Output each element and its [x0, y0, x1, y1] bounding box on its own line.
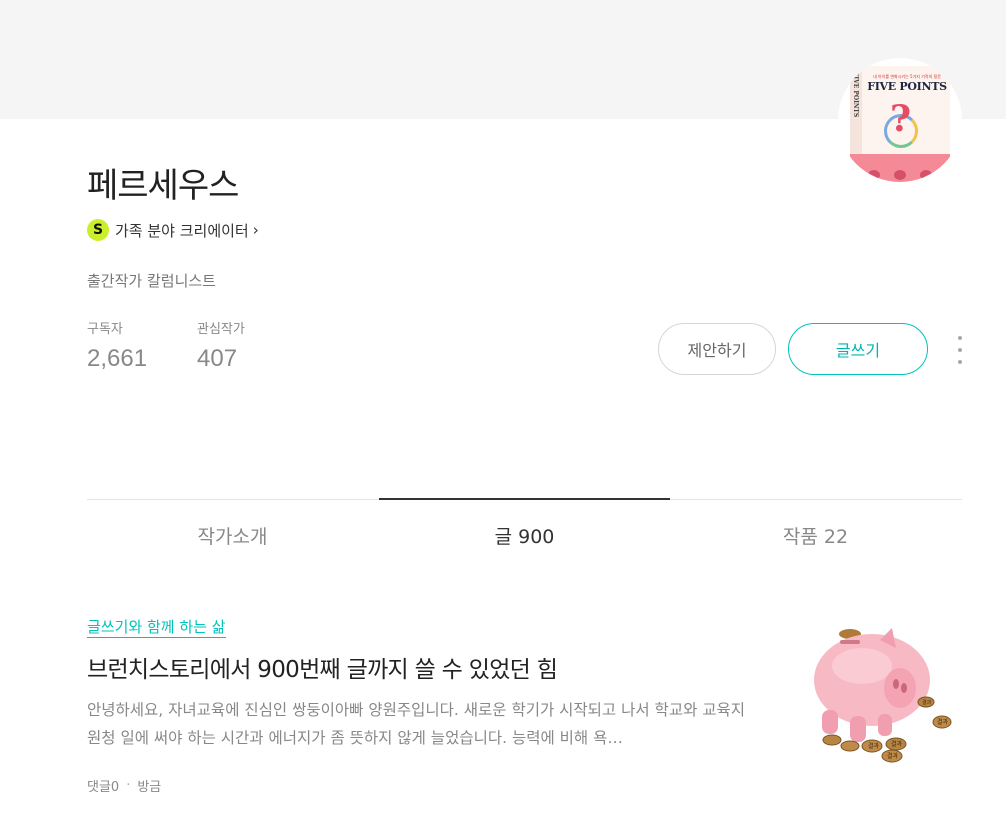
post-category-link[interactable]: 글쓰기와 함께 하는 삶 — [87, 617, 226, 638]
coin-label: 결과 — [868, 742, 880, 750]
subscribers-stat[interactable]: 구독자 2,661 — [87, 320, 147, 376]
write-button[interactable]: 글쓰기 — [788, 323, 928, 375]
book-title: FIVE POINTS — [867, 80, 947, 93]
author-description: 출간작가 칼럼니스트 — [87, 272, 216, 290]
coin-label: 결과 — [922, 699, 932, 706]
chevron-right-icon: › — [252, 221, 259, 239]
coin-label: 결과 — [887, 752, 899, 760]
subscribers-label: 구독자 — [87, 322, 123, 337]
tab-works[interactable]: 작품 22 — [670, 522, 961, 549]
book-cover-image: FIVE POINTS 내 아이를 변화시키는 5가지 기적의 질문 FIVE … — [850, 66, 950, 182]
post-title[interactable]: 브런치스토리에서 900번째 글까지 쓸 수 있었던 힘 — [87, 652, 558, 688]
creator-link[interactable]: S 가족 분야 크리에이터 › — [87, 219, 259, 241]
creator-badge-icon: S — [87, 219, 109, 241]
coin-label: 결과 — [891, 740, 903, 748]
post-thumbnail[interactable]: 결과 결과 결과 결과 결과 — [812, 618, 962, 768]
piggy-bank-image: 결과 결과 결과 결과 결과 — [814, 628, 952, 763]
more-options-icon[interactable] — [952, 336, 968, 364]
following-stat[interactable]: 관심작가 407 — [197, 320, 245, 376]
following-count: 407 — [197, 345, 238, 372]
profile-image[interactable]: FIVE POINTS 내 아이를 변화시키는 5가지 기적의 질문 FIVE … — [838, 58, 962, 182]
tab-author-intro[interactable]: 작가소개 — [87, 522, 378, 549]
subscribers-count: 2,661 — [87, 345, 148, 372]
tab-active-indicator — [379, 498, 670, 500]
author-name: 페르세우스 — [87, 166, 239, 206]
post-meta: 댓글0 · 방금 — [87, 776, 161, 795]
propose-button[interactable]: 제안하기 — [658, 323, 776, 375]
book-spine-text: FIVE POINTS — [852, 72, 859, 118]
creator-label: 가족 분야 크리에이터 — [115, 221, 249, 240]
tab-posts[interactable]: 글 900 — [379, 522, 670, 549]
post-excerpt[interactable]: 안녕하세요, 자녀교육에 진심인 쌍둥이아빠 양원주입니다. 새로운 학기가 시… — [87, 696, 757, 752]
coin-label: 결과 — [937, 718, 949, 726]
post-time: 방금 — [137, 780, 162, 795]
comment-count: 댓글0 — [87, 780, 120, 795]
following-label: 관심작가 — [197, 322, 245, 337]
meta-separator: · — [126, 778, 131, 793]
